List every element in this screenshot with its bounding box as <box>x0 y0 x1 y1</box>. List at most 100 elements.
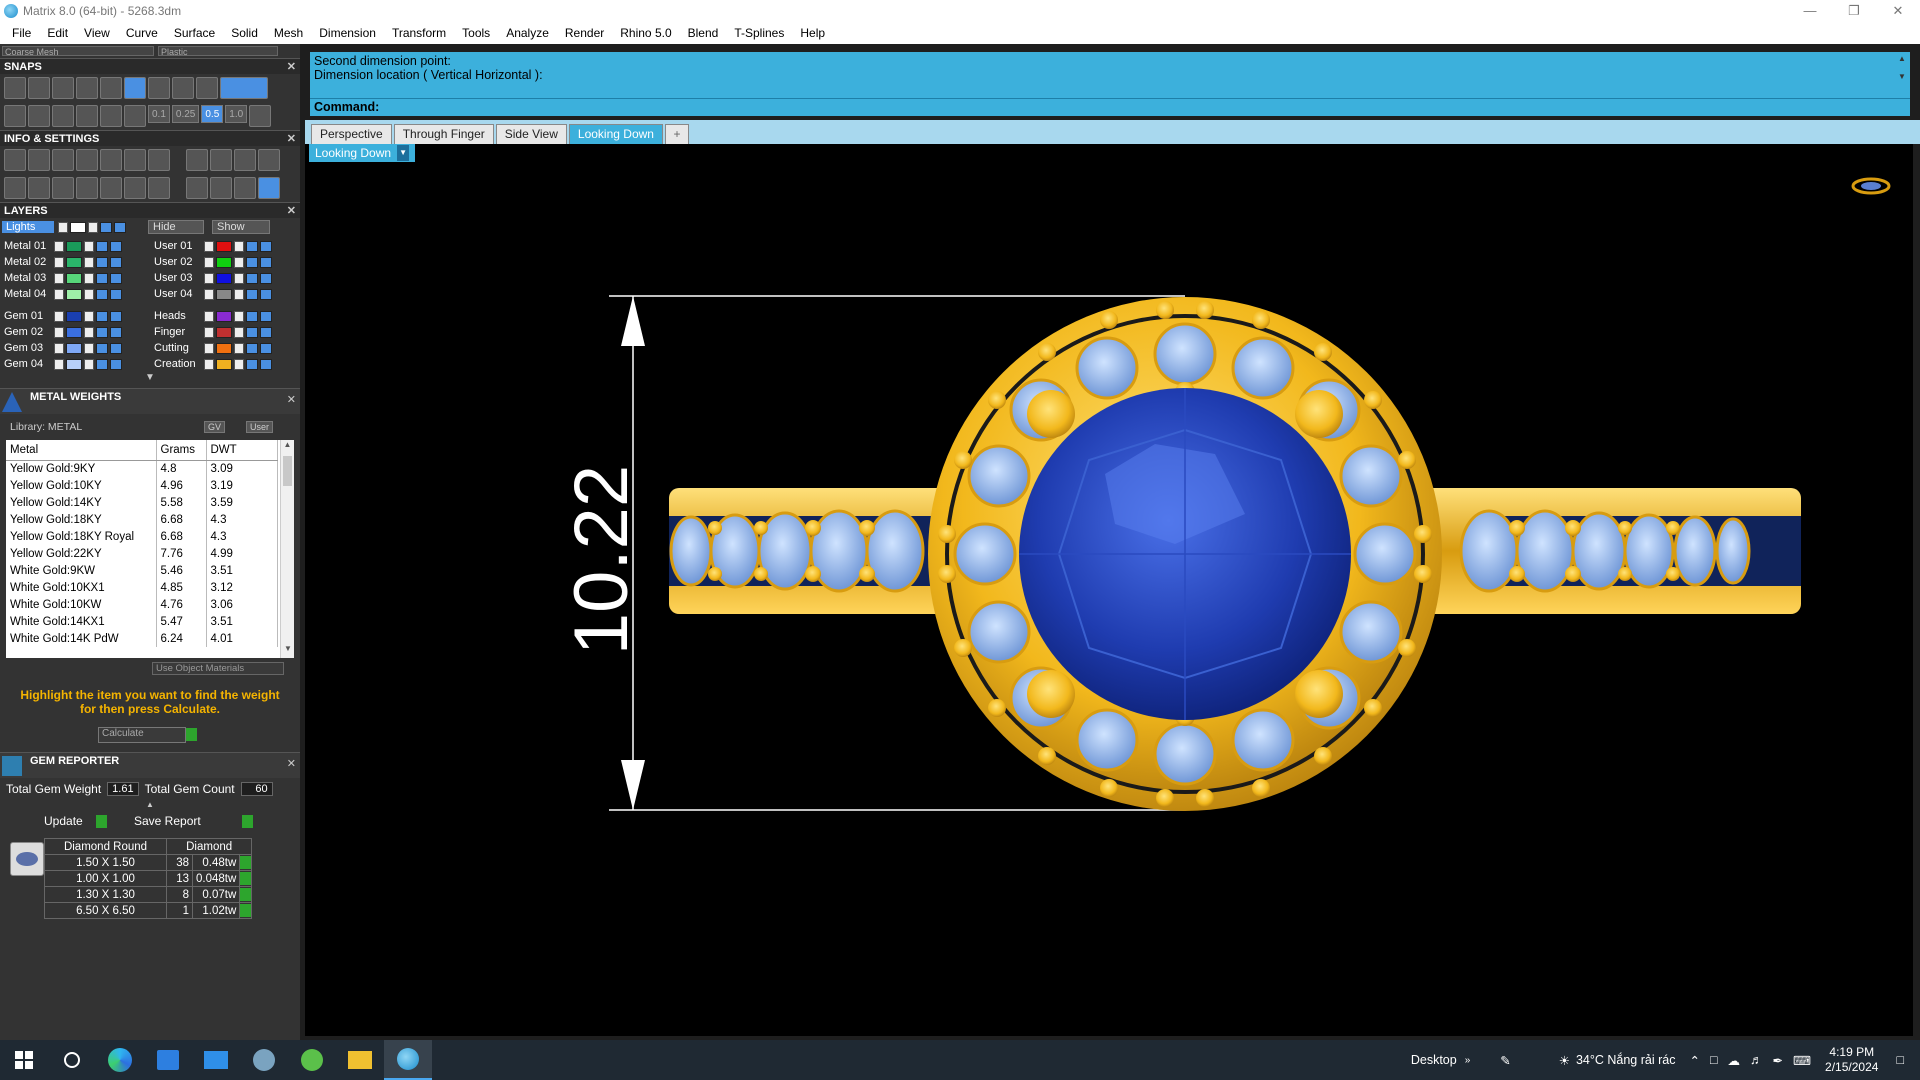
table-row[interactable]: Yellow Gold:18KY 6.68 4.3 <box>6 511 278 528</box>
view-orientation-icon[interactable] <box>1851 177 1891 195</box>
texture-icon[interactable] <box>186 177 208 199</box>
menu-curve[interactable]: Curve <box>118 26 166 40</box>
lights-expand-icon[interactable] <box>58 221 68 233</box>
ink-icon[interactable]: ✒ <box>1773 1053 1783 1068</box>
mesh-quality-select[interactable]: Coarse Mesh <box>2 46 154 57</box>
user-toggle[interactable]: User <box>246 421 274 433</box>
layers-stack-icon[interactable] <box>52 149 74 171</box>
pattern-icon[interactable] <box>234 177 256 199</box>
network-icon[interactable] <box>210 177 232 199</box>
layer-row[interactable]: Metal 02 <box>0 254 150 270</box>
gem-row-go-icon[interactable] <box>240 872 252 885</box>
step-1-0[interactable]: 1.0 <box>225 105 248 123</box>
image-icon[interactable] <box>148 177 170 199</box>
col-grams[interactable]: Grams <box>156 440 207 461</box>
edge-browser-icon[interactable] <box>96 1040 144 1080</box>
update-button[interactable]: Update <box>44 814 83 828</box>
menu-tools[interactable]: Tools <box>454 26 498 40</box>
cube-icon[interactable] <box>148 149 170 171</box>
menu-transform[interactable]: Transform <box>384 26 454 40</box>
chevron-up-icon[interactable]: ⌃ <box>1689 1053 1699 1068</box>
weather-icon[interactable]: ☀ <box>1559 1053 1570 1068</box>
notifications-icon[interactable]: □ <box>1896 1053 1904 1067</box>
layout-icon[interactable] <box>258 149 280 171</box>
col-dwt[interactable]: DWT <box>206 440 278 461</box>
layer-row[interactable]: Metal 01 <box>0 238 150 254</box>
minimize-button[interactable]: — <box>1788 0 1832 22</box>
chevron-right-icon[interactable]: » <box>1465 1055 1471 1066</box>
layer-row[interactable]: Metal 03 <box>0 270 150 286</box>
layer-row[interactable]: Gem 03 <box>0 340 150 356</box>
onedrive-icon[interactable]: ☁ <box>1728 1053 1741 1068</box>
edit-icon[interactable] <box>124 149 146 171</box>
weather-text[interactable]: 34°C Nắng rải rác <box>1576 1053 1676 1067</box>
table-row[interactable]: White Gold:10KW 4.76 3.06 <box>6 596 278 613</box>
pen-icon[interactable] <box>76 105 98 127</box>
restore-button[interactable]: ❐ <box>1832 0 1876 22</box>
menu-file[interactable]: File <box>4 26 39 40</box>
step-0-25[interactable]: 0.25 <box>171 105 200 123</box>
viewport-looking-down[interactable]: Looking Down ▼ 10.22 <box>305 144 1913 1036</box>
near-snap-icon[interactable] <box>124 77 146 99</box>
desktop-toolbar[interactable]: Desktop <box>1411 1053 1457 1067</box>
menu-surface[interactable]: Surface <box>166 26 223 40</box>
step-0-5[interactable]: 0.5 <box>201 105 224 123</box>
table-row[interactable]: White Gold:14K PdW 6.24 4.01 <box>6 630 278 647</box>
table-row[interactable]: Yellow Gold:9KY 4.8 3.09 <box>6 460 278 477</box>
table-row[interactable]: White Gold:14KX1 5.47 3.51 <box>6 613 278 630</box>
intersection-snap-icon[interactable] <box>52 77 74 99</box>
grid-snap-icon[interactable] <box>4 77 26 99</box>
tab-through-finger[interactable]: Through Finger <box>393 124 494 144</box>
filter-icon[interactable] <box>100 177 122 199</box>
export-icon[interactable] <box>234 149 256 171</box>
col-metal[interactable]: Metal <box>6 440 157 461</box>
menu-analyze[interactable]: Analyze <box>498 26 557 40</box>
gem-row-go-icon[interactable] <box>240 888 252 901</box>
command-history-scrollbar[interactable]: ▲ ▼ <box>1896 54 1908 96</box>
search-icon[interactable] <box>48 1040 96 1080</box>
gem-row-go-icon[interactable] <box>240 904 252 917</box>
show-button[interactable]: Show <box>212 220 270 234</box>
menu-mesh[interactable]: Mesh <box>266 26 311 40</box>
layer-row[interactable]: Finger <box>150 324 300 340</box>
tab-looking-down[interactable]: Looking Down <box>568 124 663 144</box>
layer-row[interactable]: User 02 <box>150 254 300 270</box>
end-snap-icon[interactable] <box>100 77 122 99</box>
matrix-taskbar-icon[interactable] <box>384 1040 432 1080</box>
diamond-icon[interactable] <box>100 105 122 127</box>
render-icon[interactable] <box>186 149 208 171</box>
curve-snap-icon[interactable] <box>28 77 50 99</box>
layer-row[interactable]: Metal 04 <box>0 286 150 302</box>
table-row[interactable]: Yellow Gold:18KY Royal 6.68 4.3 <box>6 528 278 545</box>
menu-blend[interactable]: Blend <box>680 26 727 40</box>
layer-row[interactable]: User 04 <box>150 286 300 302</box>
monitor-icon[interactable] <box>28 177 50 199</box>
clock[interactable]: 4:19 PM 2/15/2024 <box>1825 1045 1878 1075</box>
volume-icon[interactable]: ♬ <box>1750 1053 1763 1067</box>
scatter-icon[interactable] <box>124 177 146 199</box>
center-snap-icon[interactable] <box>148 77 170 99</box>
table-row[interactable]: White Gold:10KX1 4.85 3.12 <box>6 579 278 596</box>
document-icon[interactable] <box>100 149 122 171</box>
close-icon[interactable]: ✕ <box>287 757 296 770</box>
menu-view[interactable]: View <box>76 26 118 40</box>
hide-button[interactable]: Hide <box>148 220 204 234</box>
visibility-icon[interactable] <box>100 221 112 233</box>
menu-help[interactable]: Help <box>792 26 833 40</box>
use-object-materials-button[interactable]: Use Object Materials <box>152 662 284 675</box>
file-explorer-icon[interactable] <box>336 1040 384 1080</box>
table-row[interactable]: Yellow Gold:10KY 4.96 3.19 <box>6 477 278 494</box>
tab-side-view[interactable]: Side View <box>495 124 567 144</box>
lights-swatch[interactable] <box>70 221 86 233</box>
box-icon[interactable] <box>52 177 74 199</box>
table-row[interactable]: White Gold:9KW 5.46 3.51 <box>6 562 278 579</box>
green-app-icon[interactable] <box>288 1040 336 1080</box>
table-row[interactable]: 6.50 X 6.50 1 1.02tw <box>44 902 253 919</box>
menu-edit[interactable]: Edit <box>39 26 76 40</box>
layers-collapse-icon[interactable]: ▼ <box>0 372 300 388</box>
add-tab-button[interactable]: + <box>664 124 689 144</box>
layer-row[interactable]: Creation <box>150 356 300 372</box>
layer-row[interactable]: Gem 04 <box>0 356 150 372</box>
point-snap-icon[interactable] <box>76 77 98 99</box>
save-report-button[interactable]: Save Report <box>134 814 201 828</box>
